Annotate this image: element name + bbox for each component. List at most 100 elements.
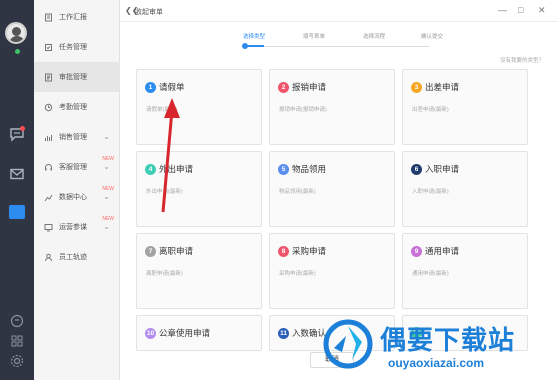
- help-icon[interactable]: [9, 313, 25, 329]
- card-title-label: 请假单: [159, 82, 185, 92]
- step-track: [244, 46, 429, 47]
- step-label-fill-form[interactable]: 填写表单: [294, 32, 334, 40]
- approval-type-card[interactable]: 4 外出申请外出申请(最新): [136, 151, 262, 227]
- menu-item-label: 考勤管理: [59, 104, 87, 111]
- dialog-titlebar: ❮❮ 收起审单 — □ ✕: [120, 0, 558, 22]
- card-title: 4 外出申请: [145, 163, 193, 175]
- card-description: 报销申请(报销申请): [279, 107, 327, 113]
- menu-item-service[interactable]: 客服管理 ⌄ NEW: [34, 152, 120, 182]
- menu-item-task[interactable]: 任务管理: [34, 32, 120, 62]
- menu-item-data[interactable]: 数据中心 ⌄ NEW: [34, 182, 120, 212]
- approval-type-card[interactable]: 7 离职申请离职申请(最新): [136, 233, 262, 309]
- menu-item-attendance[interactable]: 考勤管理: [34, 92, 120, 122]
- sales-icon: [44, 133, 53, 142]
- menu-item-report[interactable]: 工作汇报: [34, 2, 120, 32]
- approval-type-card[interactable]: 9 通用申请 通用申请(最新): [402, 233, 528, 309]
- card-number-badge: 6: [411, 163, 422, 175]
- card-title: 6 入职申请: [411, 163, 459, 175]
- card-number-badge: 7: [145, 245, 156, 257]
- approval-type-card[interactable]: 3 出差申请出差申请(最新): [402, 69, 528, 145]
- menu-item-label: 任务管理: [59, 44, 87, 51]
- approval-type-card[interactable]: 2 报销申请 报销申请(报销申请): [269, 69, 395, 145]
- approval-type-card[interactable]: 5 物品领用物品领用(最新): [269, 151, 395, 227]
- service-icon: [44, 163, 53, 172]
- card-title-label: 出差申请: [425, 82, 460, 92]
- menu-item-label: 工作汇报: [59, 14, 87, 21]
- missing-type-link[interactable]: 没有我要的类型？: [500, 56, 544, 64]
- menu-item-operations[interactable]: 运营参谋 ⌄ NEW: [34, 212, 120, 242]
- card-title-label: 采购申请: [292, 246, 327, 256]
- approval-type-card[interactable]: 6 入职申请 入职申请(最新): [402, 151, 528, 227]
- card-description: 请假单(最新): [146, 107, 178, 113]
- mail-icon[interactable]: [9, 166, 25, 182]
- menu-item-label: 销售管理: [59, 134, 87, 141]
- card-number-badge: 10: [145, 327, 156, 339]
- menu-item-label: 数据中心: [59, 194, 87, 201]
- online-status-dot: [15, 49, 20, 54]
- card-description: 采购申请(最新): [279, 271, 316, 277]
- card-description: 外出申请(最新): [146, 189, 183, 195]
- watermark-url: ouyaoxiazai.com: [388, 356, 485, 370]
- card-number-badge: 11: [278, 327, 289, 339]
- card-title-label: 入职申请: [425, 164, 460, 174]
- card-number-badge: 8: [278, 245, 289, 257]
- card-title: 7 离职申请: [145, 245, 193, 257]
- operations-icon: [44, 223, 53, 232]
- card-title-label: 报销申请: [292, 82, 327, 92]
- chevron-down-icon: ⌄: [103, 132, 110, 141]
- card-number-badge: 9: [411, 245, 422, 257]
- menu-item-label: 客服管理: [59, 164, 87, 171]
- card-number-badge: 4: [145, 163, 156, 175]
- apps-icon[interactable]: [9, 333, 25, 349]
- new-badge: NEW: [102, 216, 114, 222]
- chat-badge: [20, 126, 25, 131]
- chevron-down-icon: ⌄: [103, 162, 110, 171]
- site-watermark: 偶要下载站 ouyaoxiazai.com: [318, 312, 558, 380]
- watermark-text: 偶要下载站: [380, 326, 516, 356]
- card-description: 物品领用(最新): [279, 189, 316, 195]
- workbench-icon[interactable]: [9, 205, 25, 219]
- approval-type-card[interactable]: 8 采购申请采购申请(最新): [269, 233, 395, 309]
- card-title: 5 物品领用: [278, 163, 326, 175]
- attendance-icon: [44, 103, 53, 112]
- module-menu: 工作汇报 任务管理 审批管理 考勤管理 销售管理 ⌄ 客服管理 ⌄ NEW 数据中心 ⌄ NEW 运营参…: [34, 0, 120, 380]
- card-description: 离职申请(最新): [146, 271, 183, 277]
- step-label-select-flow[interactable]: 选择流程: [354, 32, 394, 40]
- card-number-badge: 3: [411, 81, 422, 93]
- step-label-confirm[interactable]: 确认提交: [412, 32, 452, 40]
- menu-item-label: 运营参谋: [59, 224, 87, 231]
- card-title-label: 物品领用: [292, 164, 327, 174]
- menu-item-track[interactable]: 员工轨迹: [34, 242, 120, 272]
- card-description: 出差申请(最新): [412, 107, 449, 113]
- card-title-label: 外出申请: [159, 164, 194, 174]
- card-title-label: 离职申请: [159, 246, 194, 256]
- card-description: 通用申请(最新): [412, 271, 449, 277]
- dialog-title: 收起审单: [135, 9, 163, 16]
- step-label-select-type[interactable]: 选择类型: [234, 32, 274, 40]
- approval-icon: [44, 73, 53, 82]
- new-badge: NEW: [102, 186, 114, 192]
- step-progress: 选择类型 填写表单 选择流程 确认提交: [230, 30, 450, 50]
- menu-item-approval[interactable]: 审批管理: [34, 62, 120, 92]
- approval-type-card[interactable]: 1 请假单请假单(最新): [136, 69, 262, 145]
- card-number-badge: 1: [145, 81, 156, 93]
- step-dot-active: [242, 43, 248, 49]
- card-title: 1 请假单: [145, 81, 185, 93]
- card-title: 8 采购申请: [278, 245, 326, 257]
- approval-type-card[interactable]: 10 公章使用申请: [136, 315, 262, 351]
- close-button[interactable]: ✕: [538, 5, 546, 16]
- watermark-logo: [323, 319, 373, 369]
- menu-item-label: 审批管理: [59, 74, 87, 81]
- menu-item-label: 员工轨迹: [59, 254, 87, 261]
- card-number-badge: 5: [278, 163, 289, 175]
- new-badge: NEW: [102, 156, 114, 162]
- settings-icon[interactable]: [9, 353, 25, 369]
- maximize-button[interactable]: □: [518, 5, 523, 15]
- track-icon: [44, 253, 53, 262]
- card-title-label: 公章使用申请: [159, 328, 211, 338]
- avatar[interactable]: [5, 22, 27, 44]
- card-title: 10 公章使用申请: [145, 327, 210, 339]
- chevron-down-icon: ⌄: [103, 222, 110, 231]
- menu-item-sales[interactable]: 销售管理 ⌄: [34, 122, 120, 152]
- minimize-button[interactable]: —: [498, 5, 507, 15]
